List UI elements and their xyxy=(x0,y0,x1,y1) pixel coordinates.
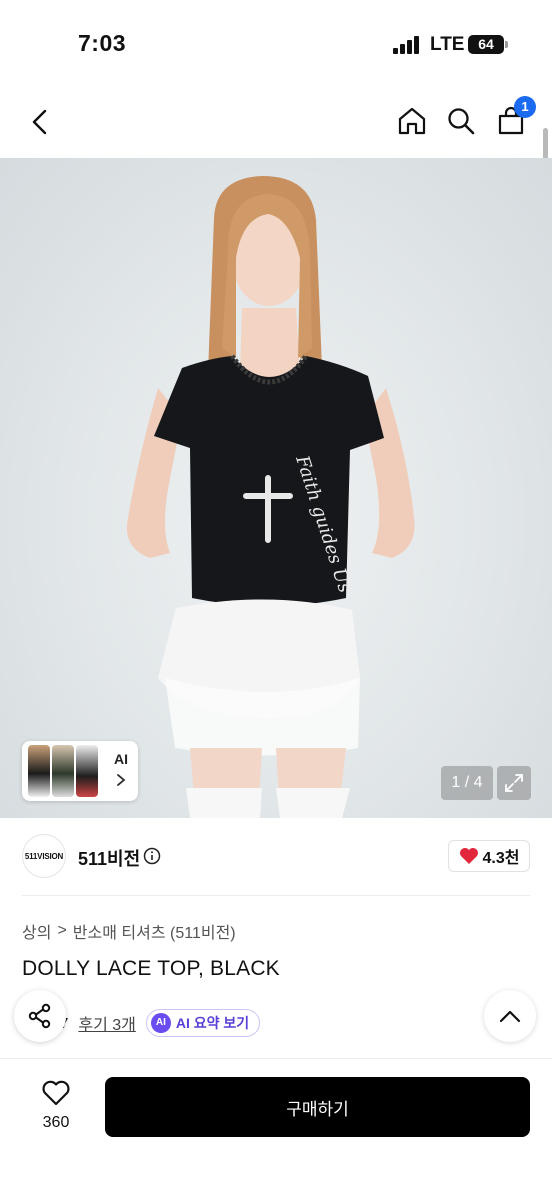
expand-icon xyxy=(505,774,523,792)
network-label: LTE xyxy=(430,34,465,55)
brand-logo[interactable]: 511VISION xyxy=(22,834,66,878)
nav-bar: 1 xyxy=(0,90,552,158)
bottom-action-bar: 360 구매하기 xyxy=(0,1058,552,1200)
ai-summary-label: AI 요약 보기 xyxy=(175,1015,250,1031)
product-photo: Faith guides Us xyxy=(126,176,415,818)
review-count-link[interactable]: 후기 3개 xyxy=(78,1011,136,1035)
share-icon xyxy=(28,1003,51,1029)
product-title: DOLLY LACE TOP, BLACK xyxy=(22,957,280,980)
brand-name[interactable]: 511비전 xyxy=(78,845,140,871)
back-button[interactable] xyxy=(22,104,58,140)
breadcrumb-subcategory[interactable]: 반소매 티셔츠 (511비전) xyxy=(73,919,236,943)
breadcrumb: 상의 > 반소매 티셔츠 (511비전) xyxy=(22,919,236,943)
home-button[interactable] xyxy=(393,102,431,140)
info-icon[interactable] xyxy=(143,847,161,865)
ai-summary-button[interactable]: AI AI 요약 보기 xyxy=(145,1009,261,1037)
search-icon xyxy=(448,108,475,135)
cart-count-badge: 1 xyxy=(514,96,536,118)
status-bar: 7:03 LTE 64 xyxy=(0,0,552,90)
status-time: 7:03 xyxy=(78,30,127,56)
like-count: 4.3천 xyxy=(482,850,520,867)
battery-icon: 64 xyxy=(468,35,504,54)
share-button[interactable] xyxy=(14,990,66,1042)
battery-nub xyxy=(505,41,508,48)
chevron-up-icon xyxy=(499,1010,521,1023)
wishlist-button[interactable]: 360 xyxy=(30,1079,82,1132)
heart-outline-icon xyxy=(42,1080,70,1106)
brand-row: 511VISION 511비전 4.3천 xyxy=(0,818,552,896)
image-pager: 1 / 4 xyxy=(441,766,493,800)
chevron-right-icon xyxy=(117,774,126,786)
like-button[interactable]: 4.3천 xyxy=(448,840,530,872)
buy-button[interactable]: 구매하기 xyxy=(105,1077,530,1137)
thumbnail-image xyxy=(76,745,98,797)
expand-button[interactable] xyxy=(497,766,531,800)
breadcrumb-separator: > xyxy=(57,922,67,939)
wishlist-count: 360 xyxy=(42,1114,70,1131)
ai-similar-thumbnails[interactable]: AI xyxy=(22,741,138,801)
thumbnail-image xyxy=(52,745,74,797)
signal-icon xyxy=(393,36,421,54)
divider xyxy=(22,895,530,896)
product-image-gallery[interactable]: Faith guides Us AI 1 / 4 xyxy=(0,158,552,818)
heart-icon xyxy=(459,848,478,864)
home-icon xyxy=(398,107,426,135)
review-row: 7 후기 3개 AI AI 요약 보기 xyxy=(60,1008,261,1038)
thumbnail-image xyxy=(28,745,50,797)
ai-badge: AI xyxy=(150,1013,171,1033)
cart-button[interactable]: 1 xyxy=(492,96,536,140)
ai-label: AI xyxy=(114,751,128,767)
back-chevron-icon xyxy=(32,109,47,135)
search-button[interactable] xyxy=(442,102,480,140)
breadcrumb-category[interactable]: 상의 xyxy=(22,919,51,943)
scroll-top-button[interactable] xyxy=(484,990,536,1042)
